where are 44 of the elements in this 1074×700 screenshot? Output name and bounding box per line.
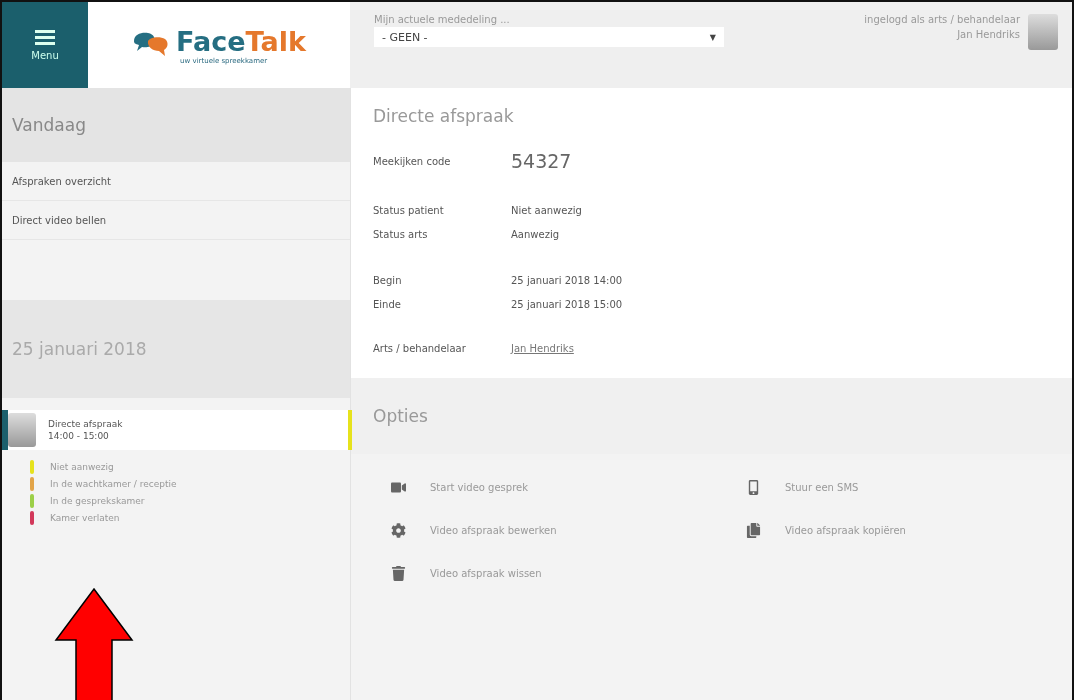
menu-button[interactable]: Menu xyxy=(2,2,88,88)
code-value: 54327 xyxy=(511,150,572,172)
action-link[interactable]: Stuur een SMS xyxy=(746,480,1072,495)
field-value: Niet aanwezig xyxy=(511,204,582,216)
field-label: Status arts xyxy=(373,228,429,240)
user-role: ingelogd als arts / behandelaar xyxy=(864,14,1020,25)
gear-icon xyxy=(391,523,406,538)
appointment-title: Directe afspraak xyxy=(48,419,123,429)
detail-title: Directe afspraak xyxy=(373,106,515,126)
doctor-link[interactable]: Jan Hendriks xyxy=(511,342,574,354)
sidebar-item[interactable]: Direct video bellen xyxy=(2,201,350,240)
field-label: Arts / behandelaar xyxy=(373,342,467,354)
field-value: Aanwezig xyxy=(511,228,559,240)
menu-icon xyxy=(35,29,55,46)
legend-label: In de wachtkamer / receptie xyxy=(50,479,177,489)
field-label: Status patient xyxy=(373,204,445,216)
action-link[interactable]: Video afspraak kopiëren xyxy=(746,523,1072,538)
notice-label: Mijn actuele mededeling ... xyxy=(374,14,511,25)
field-value: 25 januari 2018 15:00 xyxy=(511,298,623,310)
sidebar-title: Vandaag xyxy=(2,88,350,162)
video-camera-icon xyxy=(391,480,406,495)
logo-text: FaceTalk xyxy=(176,25,306,57)
doctor-photo-placeholder xyxy=(8,413,36,447)
trash-icon xyxy=(391,566,406,581)
copy-icon xyxy=(746,523,761,538)
appointment-time: 14:00 - 15:00 xyxy=(48,431,110,441)
action-link[interactable]: Video afspraak wissen xyxy=(391,566,746,581)
legend-label: In de gesprekskamer xyxy=(50,496,145,506)
action-link[interactable]: Video afspraak bewerken xyxy=(391,523,746,538)
options-title: Opties xyxy=(373,406,428,426)
phone-icon xyxy=(746,480,761,495)
user-name: Jan Hendriks xyxy=(957,29,1020,40)
sidebar-item[interactable]: Afspraken overzicht xyxy=(2,162,350,201)
legend-label: Niet aanwezig xyxy=(50,462,114,472)
field-label: Begin xyxy=(373,274,403,286)
field-value: 25 januari 2018 14:00 xyxy=(511,274,623,286)
field-label: Einde xyxy=(373,298,402,310)
notice-select[interactable]: - GEEN - ▼ xyxy=(374,27,724,47)
legend-label: Kamer verlaten xyxy=(50,513,120,523)
user-photo-placeholder xyxy=(1028,14,1058,50)
date-heading: 25 januari 2018 xyxy=(2,300,350,398)
field-label: Meekijken code xyxy=(373,155,452,167)
appointment-card[interactable]: Directe afspraak 14:00 - 15:00 xyxy=(2,410,350,450)
action-link[interactable]: Start video gesprek xyxy=(391,480,746,495)
